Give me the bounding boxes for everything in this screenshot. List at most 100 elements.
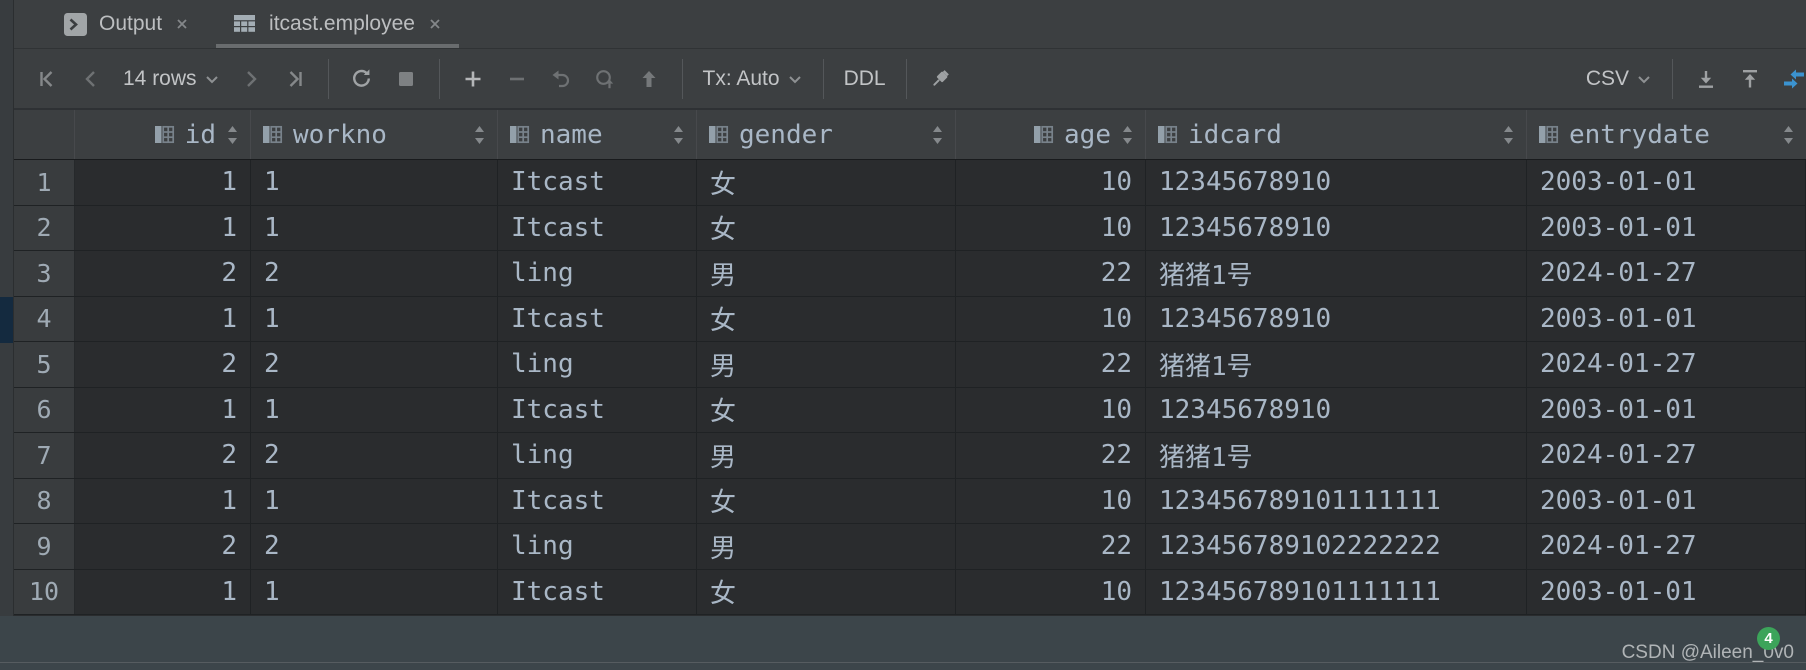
cell-id[interactable]: 2 — [75, 433, 251, 478]
row-number[interactable]: 5 — [14, 342, 75, 387]
cell-idcard[interactable]: 12345678910 — [1146, 388, 1527, 433]
cell-id[interactable]: 1 — [75, 297, 251, 342]
cell-workno[interactable]: 1 — [251, 206, 498, 251]
ddl-button[interactable]: DDL — [844, 67, 886, 91]
cell-name[interactable]: ling — [498, 342, 697, 387]
pin-tab-button[interactable] — [922, 61, 958, 97]
cell-entrydate[interactable]: 2024-01-27 — [1527, 433, 1806, 478]
sort-arrows-icon[interactable] — [1501, 122, 1516, 148]
sort-arrows-icon[interactable] — [1120, 122, 1135, 148]
cell-id[interactable]: 1 — [75, 160, 251, 205]
stop-button[interactable] — [388, 61, 424, 97]
revert-changes-button[interactable] — [543, 61, 579, 97]
cell-age[interactable]: 22 — [956, 433, 1146, 478]
export-data-button[interactable] — [1688, 61, 1724, 97]
row-number[interactable]: 7 — [14, 433, 75, 478]
cell-idcard[interactable]: 123456789102222222 — [1146, 524, 1527, 569]
column-header-workno[interactable]: workno — [251, 110, 498, 159]
cell-idcard[interactable]: 12345678910 — [1146, 160, 1527, 205]
row-number[interactable]: 4 — [14, 297, 75, 342]
cell-entrydate[interactable]: 2024-01-27 — [1527, 342, 1806, 387]
row-number[interactable]: 10 — [14, 570, 75, 615]
sort-arrows-icon[interactable] — [225, 122, 240, 148]
close-icon[interactable] — [427, 16, 443, 32]
cell-idcard[interactable]: 12345678910 — [1146, 297, 1527, 342]
cell-idcard[interactable]: 123456789101111111 — [1146, 570, 1527, 615]
cell-age[interactable]: 10 — [956, 297, 1146, 342]
cell-entrydate[interactable]: 2003-01-01 — [1527, 479, 1806, 524]
close-icon[interactable] — [174, 16, 190, 32]
cell-name[interactable]: ling — [498, 433, 697, 478]
cell-workno[interactable]: 2 — [251, 342, 498, 387]
cell-gender[interactable]: 女 — [697, 570, 956, 615]
column-header-entrydate[interactable]: entrydate — [1527, 110, 1806, 159]
cell-age[interactable]: 22 — [956, 342, 1146, 387]
first-page-button[interactable] — [30, 61, 66, 97]
cell-gender[interactable]: 女 — [697, 206, 956, 251]
import-data-button[interactable] — [1732, 61, 1768, 97]
cell-age[interactable]: 10 — [956, 479, 1146, 524]
cell-id[interactable]: 2 — [75, 251, 251, 296]
cell-age[interactable]: 10 — [956, 570, 1146, 615]
cell-name[interactable]: ling — [498, 524, 697, 569]
cell-workno[interactable]: 2 — [251, 251, 498, 296]
cell-entrydate[interactable]: 2003-01-01 — [1527, 388, 1806, 433]
sort-arrows-icon[interactable] — [930, 122, 945, 148]
transaction-mode-dropdown[interactable]: Tx: Auto — [703, 67, 803, 91]
cell-name[interactable]: ling — [498, 251, 697, 296]
cell-entrydate[interactable]: 2024-01-27 — [1527, 251, 1806, 296]
cell-workno[interactable]: 2 — [251, 524, 498, 569]
add-row-button[interactable] — [455, 61, 491, 97]
last-page-button[interactable] — [277, 61, 313, 97]
cell-gender[interactable]: 女 — [697, 160, 956, 205]
cell-age[interactable]: 10 — [956, 160, 1146, 205]
cell-name[interactable]: Itcast — [498, 570, 697, 615]
cell-name[interactable]: Itcast — [498, 206, 697, 251]
next-page-button[interactable] — [233, 61, 269, 97]
cell-idcard[interactable]: 猪猪1号 — [1146, 342, 1527, 387]
cell-gender[interactable]: 女 — [697, 297, 956, 342]
row-number[interactable]: 8 — [14, 479, 75, 524]
cell-workno[interactable]: 2 — [251, 433, 498, 478]
previous-page-button[interactable] — [74, 61, 110, 97]
cell-entrydate[interactable]: 2024-01-27 — [1527, 524, 1806, 569]
cell-id[interactable]: 1 — [75, 206, 251, 251]
cell-workno[interactable]: 1 — [251, 160, 498, 205]
cell-id[interactable]: 1 — [75, 479, 251, 524]
cell-entrydate[interactable]: 2003-01-01 — [1527, 206, 1806, 251]
cell-gender[interactable]: 女 — [697, 479, 956, 524]
sort-arrows-icon[interactable] — [1781, 122, 1796, 148]
cell-gender[interactable]: 男 — [697, 524, 956, 569]
cell-age[interactable]: 22 — [956, 251, 1146, 296]
commit-button[interactable] — [631, 61, 667, 97]
column-header-id[interactable]: id — [75, 110, 251, 159]
column-header-gender[interactable]: gender — [697, 110, 956, 159]
column-header-age[interactable]: age — [956, 110, 1146, 159]
cell-name[interactable]: Itcast — [498, 479, 697, 524]
cell-name[interactable]: Itcast — [498, 297, 697, 342]
row-number[interactable]: 3 — [14, 251, 75, 296]
cell-id[interactable]: 2 — [75, 524, 251, 569]
cell-idcard[interactable]: 123456789101111111 — [1146, 479, 1527, 524]
tab-output[interactable]: Output — [48, 0, 206, 48]
cell-workno[interactable]: 1 — [251, 570, 498, 615]
row-number[interactable]: 1 — [14, 160, 75, 205]
cell-id[interactable]: 1 — [75, 570, 251, 615]
cell-workno[interactable]: 1 — [251, 479, 498, 524]
delete-row-button[interactable] — [499, 61, 535, 97]
sort-arrows-icon[interactable] — [472, 122, 487, 148]
cell-age[interactable]: 10 — [956, 388, 1146, 433]
column-header-name[interactable]: name — [498, 110, 697, 159]
cell-workno[interactable]: 1 — [251, 388, 498, 433]
row-number[interactable]: 9 — [14, 524, 75, 569]
cell-gender[interactable]: 女 — [697, 388, 956, 433]
reload-page-button[interactable] — [344, 61, 380, 97]
cell-id[interactable]: 2 — [75, 342, 251, 387]
cell-id[interactable]: 1 — [75, 388, 251, 433]
cell-gender[interactable]: 男 — [697, 251, 956, 296]
row-number[interactable]: 6 — [14, 388, 75, 433]
tab-itcast-employee[interactable]: itcast.employee — [216, 0, 459, 48]
cell-gender[interactable]: 男 — [697, 433, 956, 478]
compare-data-button[interactable] — [1776, 61, 1806, 97]
cell-name[interactable]: Itcast — [498, 160, 697, 205]
